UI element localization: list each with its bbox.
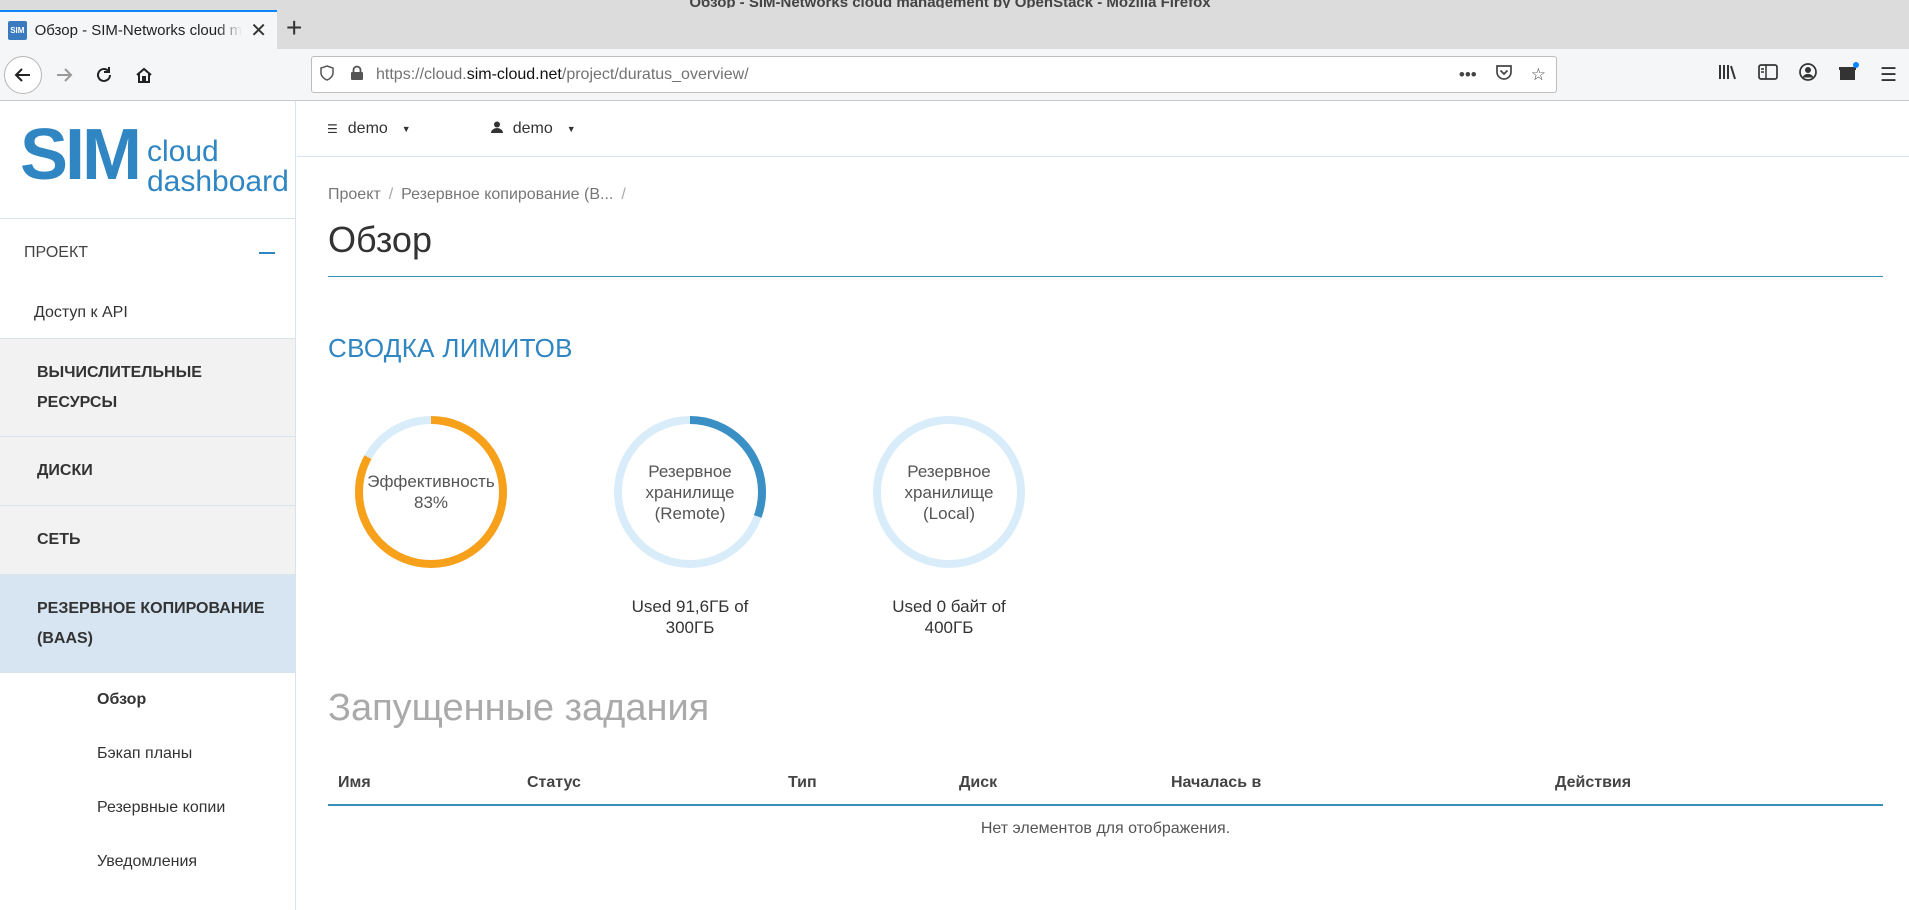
- browser-tab[interactable]: SIM Обзор - SIM-Networks cloud m ✕: [0, 10, 277, 49]
- sidebar-item-backup-plans[interactable]: Бэкап планы: [0, 727, 295, 781]
- column-header-actions: Действия: [1545, 761, 1883, 806]
- forward-icon[interactable]: [46, 57, 82, 93]
- project-dropdown[interactable]: ☰ demo ▼: [327, 120, 411, 138]
- gauge-remote-storage: Резервное хранилище (Remote) Used 91,6ГБ…: [590, 408, 790, 638]
- user-icon: [490, 121, 503, 136]
- user-name: demo: [512, 119, 553, 137]
- sidebar-item-api-access[interactable]: Доступ к API: [0, 287, 295, 339]
- bookmark-star-icon[interactable]: ☆: [1531, 65, 1546, 85]
- column-header-started[interactable]: Началась в: [1161, 761, 1545, 806]
- browser-navbar: https://cloud.sim-cloud.net/project/dura…: [0, 49, 1909, 101]
- main-content: ☰ demo ▼ demo ▼ Проект / Резервное копиров…: [297, 101, 1909, 910]
- reload-icon[interactable]: [86, 57, 122, 93]
- gauge-local-storage: Резервное хранилище (Local) Used 0 байт …: [849, 408, 1049, 638]
- breadcrumb-backup[interactable]: Резервное копирование (B...: [401, 186, 613, 203]
- sidebar-group-compute[interactable]: ВЫЧИСЛИТЕЛЬНЫЕ РЕСУРСЫ: [0, 339, 295, 437]
- running-jobs-table: Имя Статус Тип Диск Началась в Действия …: [328, 761, 1883, 851]
- column-header-disk[interactable]: Диск: [949, 761, 1161, 806]
- sidebar-group-backup[interactable]: РЕЗЕРВНОЕ КОПИРОВАНИЕ (BAAS): [0, 575, 295, 673]
- back-icon[interactable]: [4, 56, 42, 94]
- gauge-efficiency: Эффективность 83%: [331, 408, 531, 576]
- new-tab-icon[interactable]: +: [286, 14, 302, 42]
- sidebar: SIM cloud dashboard ПРОЕКТ Доступ к API …: [0, 101, 296, 910]
- shield-icon[interactable]: [312, 64, 342, 85]
- sidebar-toggle-icon[interactable]: [1758, 63, 1778, 87]
- page-actions-icon[interactable]: •••: [1459, 65, 1477, 85]
- column-header-type[interactable]: Тип: [778, 761, 949, 806]
- sim-cloud-logo[interactable]: SIM cloud dashboard: [0, 101, 295, 219]
- home-icon[interactable]: [126, 57, 162, 93]
- user-dropdown[interactable]: demo ▼: [490, 119, 576, 138]
- logo-cloud-text: cloud: [147, 135, 219, 168]
- page-title: Обзор: [328, 219, 432, 260]
- column-header-status[interactable]: Статус: [517, 761, 778, 806]
- gauge-local-label: Резервное хранилище (Local): [904, 461, 994, 523]
- table-row: Нет элементов для отображения.: [328, 805, 1883, 851]
- sidebar-item-overview[interactable]: Обзор: [0, 673, 295, 727]
- sidebar-item-notifications[interactable]: Уведомления: [0, 835, 295, 889]
- breadcrumb: Проект / Резервное копирование (B... /: [328, 186, 626, 203]
- extensions-gift-icon[interactable]: [1838, 62, 1860, 88]
- sidebar-group-disks[interactable]: ДИСКИ: [0, 437, 295, 506]
- logo-sim-text: SIM: [20, 115, 142, 195]
- sidebar-item-backups[interactable]: Резервные копии: [0, 781, 295, 835]
- caret-down-icon: ▼: [566, 123, 576, 134]
- close-tab-icon[interactable]: ✕: [250, 21, 267, 41]
- logo-dashboard-text: dashboard: [147, 165, 289, 198]
- sidebar-section-label: ПРОЕКТ: [24, 244, 89, 261]
- collapse-icon[interactable]: [259, 252, 275, 254]
- title-divider: [328, 276, 1883, 277]
- window-title: Обзор - SIM-Networks cloud management by…: [600, 0, 1300, 8]
- sidebar-section-project[interactable]: ПРОЕКТ: [0, 219, 295, 287]
- list-icon: ☰: [327, 121, 338, 136]
- empty-table-message: Нет элементов для отображения.: [980, 819, 1231, 837]
- top-bar: ☰ demo ▼ demo ▼: [297, 101, 1909, 157]
- sidebar-group-network[interactable]: СЕТЬ: [0, 506, 295, 575]
- account-icon[interactable]: [1798, 62, 1818, 88]
- caret-down-icon: ▼: [401, 123, 411, 134]
- url-bar[interactable]: https://cloud.sim-cloud.net/project/dura…: [311, 56, 1557, 93]
- gauge-remote-used: Used 91,6ГБ of 300ГБ: [631, 597, 749, 637]
- lock-icon[interactable]: [342, 65, 372, 85]
- browser-titlebar: Обзор - SIM-Networks cloud management by…: [0, 0, 1909, 49]
- library-icon[interactable]: [1718, 63, 1738, 87]
- menu-icon[interactable]: ☰: [1880, 64, 1897, 87]
- tab-title: Обзор - SIM-Networks cloud m: [34, 22, 243, 39]
- gauge-local-used: Used 0 байт of 400ГБ: [892, 597, 1006, 637]
- project-name: demo: [347, 119, 388, 137]
- column-header-name[interactable]: Имя: [328, 761, 517, 806]
- gauge-efficiency-label: Эффективность 83%: [367, 472, 495, 512]
- favicon-icon: SIM: [8, 21, 27, 40]
- running-jobs-title: Запущенные задания: [328, 687, 710, 729]
- gauge-remote-label: Резервное хранилище (Remote): [645, 461, 735, 523]
- limits-summary-title: СВОДКА ЛИМИТОВ: [328, 333, 573, 363]
- breadcrumb-project[interactable]: Проект: [328, 186, 381, 203]
- url-text[interactable]: https://cloud.sim-cloud.net/project/dura…: [376, 66, 749, 84]
- pocket-icon[interactable]: [1495, 63, 1513, 86]
